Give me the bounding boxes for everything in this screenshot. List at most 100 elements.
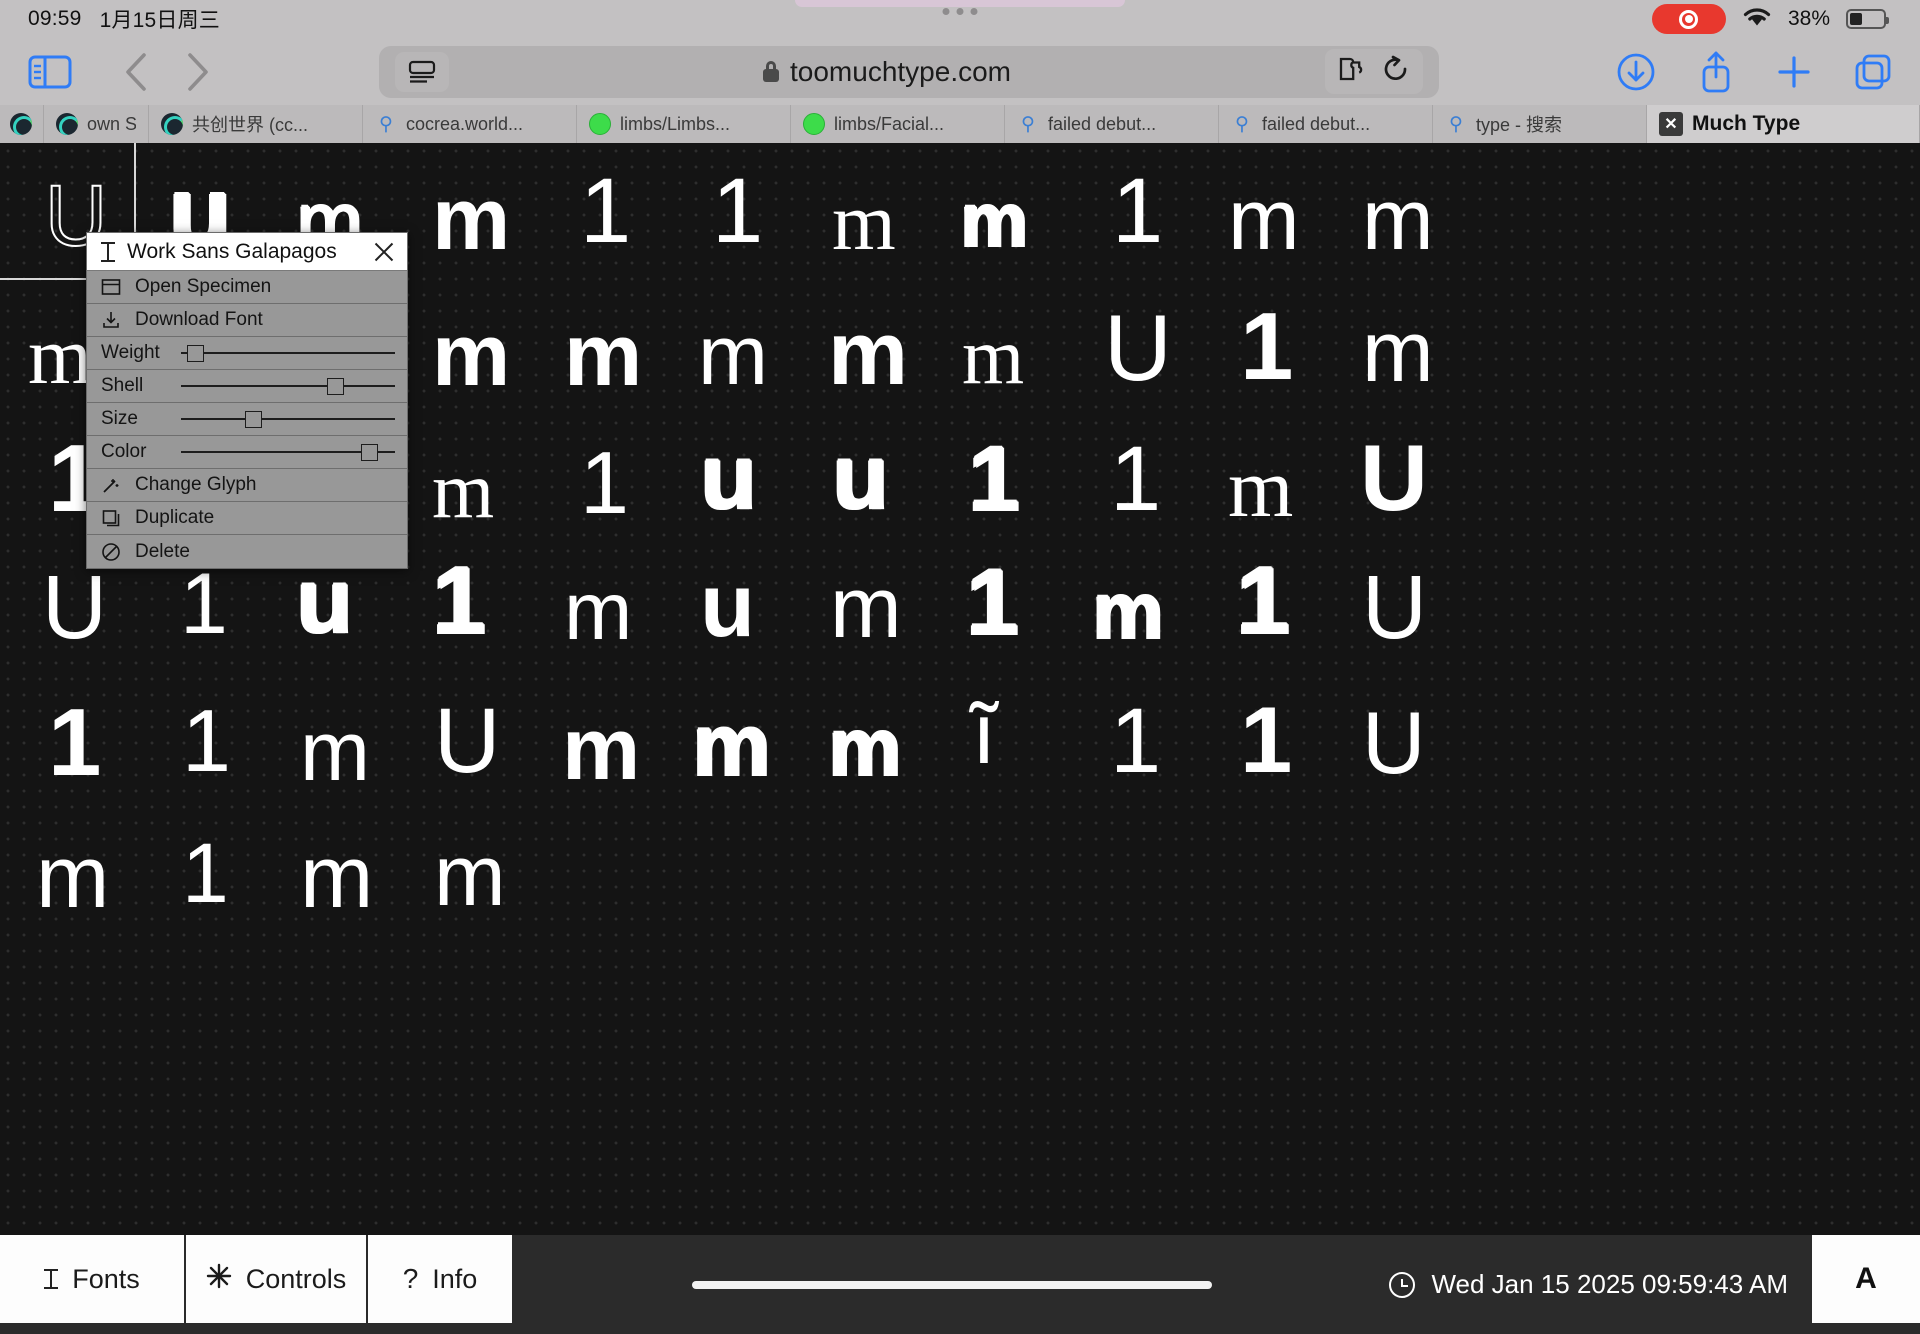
glyph-cell[interactable]: 1 [966, 555, 1018, 649]
slider-track[interactable] [181, 409, 395, 429]
glyph-cell[interactable]: m [432, 175, 510, 263]
glyph-cell[interactable]: 1 [182, 831, 229, 915]
address-bar[interactable]: toomuchtype.com [379, 45, 1439, 98]
glyph-cell[interactable]: m [960, 183, 1028, 259]
menu-item-duplicate[interactable]: Duplicate [87, 502, 407, 535]
reload-icon[interactable] [1381, 54, 1411, 89]
glyph-cell[interactable]: U [1362, 699, 1426, 787]
slider-handle[interactable] [245, 411, 263, 428]
glyph-cell[interactable]: m [828, 309, 908, 399]
glyph-cell[interactable]: 1 [1240, 693, 1292, 787]
glyph-cell[interactable]: m [36, 833, 109, 921]
slider-track[interactable] [181, 343, 395, 363]
slider-shell[interactable]: Shell [87, 370, 407, 403]
glyph-cell[interactable]: 1 [580, 165, 631, 257]
glyph-cell[interactable]: ĩ [972, 691, 996, 777]
glyph-cell[interactable]: 1 [712, 165, 763, 257]
glyph-cell[interactable]: m [832, 181, 896, 263]
close-icon[interactable] [371, 239, 397, 265]
download-circle-icon[interactable] [1614, 50, 1658, 94]
slider-handle[interactable] [360, 444, 378, 461]
glyph-cell[interactable]: 1 [1110, 433, 1161, 525]
glyph-cell[interactable]: m [698, 313, 768, 397]
bottom-tab-fonts[interactable]: Fonts [0, 1235, 186, 1323]
glyph-cell[interactable]: 1 [180, 561, 228, 647]
glyph-cell[interactable]: m [1362, 309, 1434, 395]
glyph-cell[interactable]: m [434, 833, 506, 919]
glyph-cell[interactable]: m [1228, 177, 1300, 263]
menu-item-download-font[interactable]: Download Font [87, 304, 407, 337]
chevron-right-icon[interactable] [174, 49, 220, 95]
typography-button[interactable]: A [1812, 1235, 1920, 1323]
chevron-left-icon[interactable] [114, 49, 160, 95]
browser-tab[interactable]: ⚲ cocrea.world... [363, 105, 577, 143]
glyph-cell[interactable]: m [1092, 571, 1163, 651]
glyph-cell[interactable]: U [42, 563, 107, 653]
glyph-cell[interactable]: m [962, 317, 1024, 397]
slider-track[interactable] [181, 376, 395, 396]
glyph-cell[interactable]: U [1360, 431, 1428, 525]
glyph-cell[interactable]: 1 [1112, 165, 1163, 257]
browser-tab[interactable]: limbs/Facial... [791, 105, 1005, 143]
glyph-cell[interactable]: m [432, 451, 494, 531]
slider-weight[interactable]: Weight [87, 337, 407, 370]
record-indicator-icon[interactable] [1651, 4, 1726, 34]
glyph-cell[interactable]: m [692, 701, 770, 789]
browser-tab[interactable]: own S [44, 105, 149, 143]
bottom-tab-controls[interactable]: Controls [186, 1235, 368, 1323]
home-indicator[interactable] [691, 1280, 1212, 1289]
glyph-cell[interactable]: 1 [580, 439, 629, 527]
browser-tab[interactable]: ⚲ failed debut... [1005, 105, 1219, 143]
address-center[interactable]: toomuchtype.com [449, 56, 1325, 88]
glyph-cell[interactable]: 1 [182, 697, 231, 785]
glyph-cell[interactable]: 1 [1236, 553, 1289, 649]
download-icon [101, 310, 121, 330]
slider-track[interactable] [181, 442, 395, 462]
tab-overview-icon[interactable] [1852, 51, 1894, 93]
browser-tab-active[interactable]: ✕ Much Type [1647, 105, 1920, 143]
slider-color[interactable]: Color [87, 436, 407, 469]
plus-icon[interactable] [1774, 52, 1814, 92]
glyph-cell[interactable]: m [828, 707, 901, 789]
browser-tab[interactable]: ⚲ failed debut... [1219, 105, 1433, 143]
glyph-cell[interactable]: U [1362, 563, 1427, 653]
glyph-cell[interactable]: m [432, 311, 510, 399]
share-icon[interactable] [1696, 49, 1736, 95]
browser-tab[interactable]: 共创世界 (cc... [149, 105, 363, 143]
glyph-cell[interactable]: m [1228, 447, 1293, 531]
font-context-panel[interactable]: Work Sans Galapagos Open Specimen Downlo [86, 232, 408, 569]
slider-handle[interactable] [187, 345, 205, 362]
glyph-cell[interactable]: 1 [432, 553, 485, 649]
close-tab-icon[interactable]: ✕ [1659, 112, 1683, 136]
glyph-cell[interactable]: m [562, 705, 640, 793]
glyph-cell[interactable]: m [28, 315, 92, 397]
glyph-cell[interactable]: m [564, 311, 642, 399]
menu-item-open-specimen[interactable]: Open Specimen [87, 271, 407, 304]
glyph-cell[interactable]: U [1104, 301, 1172, 395]
glyph-cell[interactable]: m [564, 571, 632, 653]
browser-tab[interactable]: limbs/Limbs... [577, 105, 791, 143]
glyph-cell[interactable]: 1 [1240, 299, 1293, 395]
glyph-cell[interactable]: m [830, 565, 902, 651]
menu-item-delete[interactable]: Delete [87, 535, 407, 568]
slider-size[interactable]: Size [87, 403, 407, 436]
multitask-dots[interactable] [942, 8, 978, 15]
glyph-cell[interactable]: u [832, 431, 888, 523]
slider-handle[interactable] [326, 378, 344, 395]
sidebar-toggle-icon[interactable] [26, 54, 74, 90]
reader-view-icon[interactable] [395, 51, 449, 92]
glyph-cell[interactable]: 1 [968, 433, 1019, 525]
glyph-cell[interactable]: 1 [1110, 695, 1161, 787]
browser-tab[interactable] [0, 105, 44, 143]
puzzle-piece-icon[interactable] [1337, 55, 1369, 88]
glyph-cell[interactable]: m [300, 833, 373, 921]
glyph-cell[interactable]: u [700, 431, 756, 523]
glyph-cell[interactable]: 1 [48, 695, 101, 791]
glyph-cell[interactable]: U [434, 695, 500, 787]
bottom-tab-info[interactable]: ? Info [368, 1235, 514, 1323]
glyph-cell[interactable]: m [1362, 177, 1434, 263]
browser-tab[interactable]: ⚲ type - 搜索 [1433, 105, 1647, 143]
menu-item-change-glyph[interactable]: Change Glyph [87, 469, 407, 502]
glyph-cell[interactable]: u [700, 561, 755, 651]
glyph-cell[interactable]: m [300, 709, 370, 793]
